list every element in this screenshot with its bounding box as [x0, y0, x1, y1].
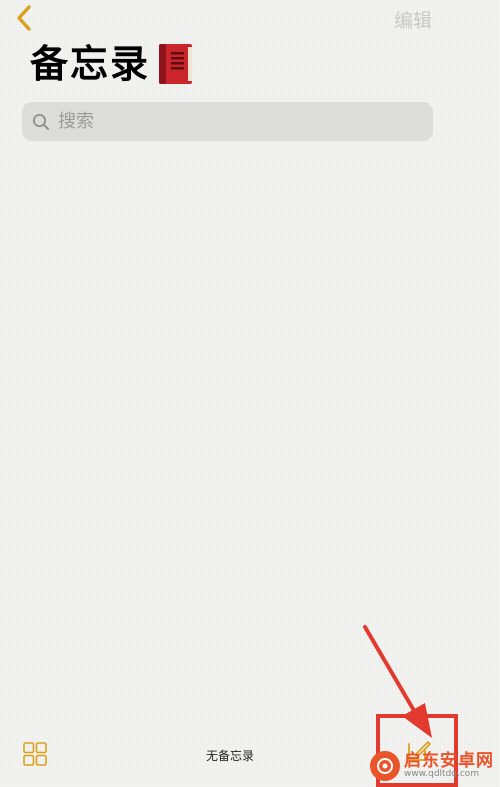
- search-icon: [33, 113, 49, 130]
- search-input[interactable]: [56, 110, 420, 133]
- watermark-logo-icon: [370, 751, 400, 781]
- chevron-left-icon: [17, 5, 31, 31]
- back-button[interactable]: [10, 4, 38, 32]
- search-bar[interactable]: [22, 102, 433, 141]
- page-title: 备忘录: [30, 42, 151, 86]
- watermark-url: www.qdltdq.com: [404, 769, 480, 780]
- red-book-icon: [159, 44, 193, 84]
- site-watermark: 启东安卓网 www.qdltdq.com: [370, 746, 500, 786]
- page-header: 备忘录: [30, 42, 196, 86]
- watermark-name: 启东安卓网: [404, 750, 494, 771]
- edit-button[interactable]: 编辑: [394, 6, 432, 33]
